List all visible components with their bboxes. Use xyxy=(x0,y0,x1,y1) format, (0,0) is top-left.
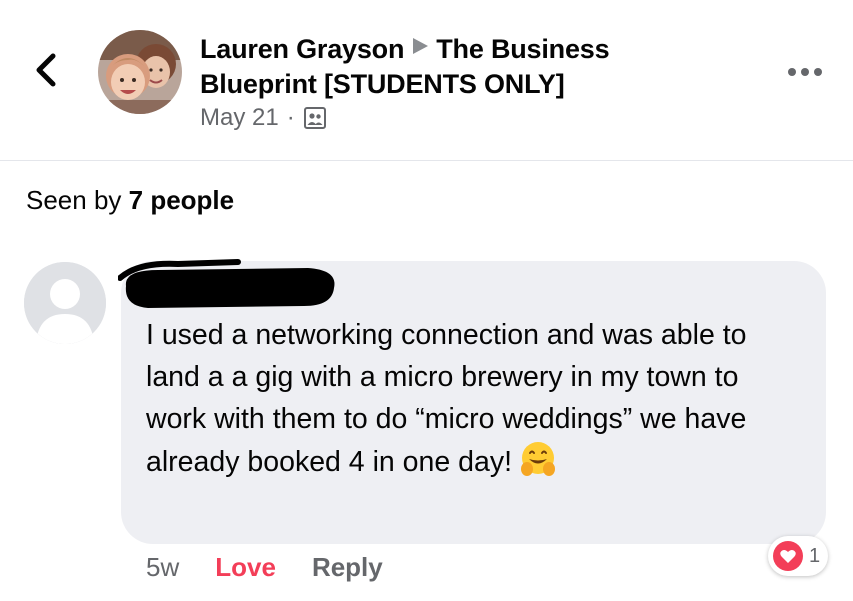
author-avatar[interactable] xyxy=(98,30,182,114)
post-title: Lauren Grayson The Business Blueprint [ST… xyxy=(200,30,720,102)
comment-actions: 5w Love Reply xyxy=(146,552,383,583)
back-button[interactable] xyxy=(26,50,66,90)
love-button[interactable]: Love xyxy=(215,552,276,583)
more-dots-icon xyxy=(788,68,822,76)
hugging-face-icon xyxy=(518,440,558,480)
reaction-count: 1 xyxy=(809,544,821,567)
commenter-avatar[interactable] xyxy=(24,262,106,344)
chevron-left-icon xyxy=(36,53,56,87)
comment-time: 5w xyxy=(146,552,180,582)
seen-by[interactable]: Seen by 7 people xyxy=(26,185,234,216)
redacted-author-name xyxy=(118,259,335,308)
comment-body: I used a networking connection and was a… xyxy=(146,319,747,478)
seen-by-count: 7 people xyxy=(128,185,235,215)
comment-text: I used a networking connection and was a… xyxy=(146,314,806,483)
post-date[interactable]: May 21 xyxy=(200,104,279,132)
avatar-photo xyxy=(98,30,182,114)
seen-by-prefix: Seen by xyxy=(26,185,122,215)
heart-reaction-icon xyxy=(773,541,803,571)
reply-button[interactable]: Reply xyxy=(312,552,383,583)
author-name[interactable]: Lauren Grayson xyxy=(200,34,404,64)
group-members-icon xyxy=(303,107,326,129)
triangle-right-icon xyxy=(410,30,430,65)
post-header: Lauren Grayson The Business Blueprint [ST… xyxy=(0,0,853,161)
more-options-button[interactable] xyxy=(780,60,830,84)
post-meta: May 21 · xyxy=(200,104,327,132)
meta-separator: · xyxy=(286,104,295,131)
default-profile-icon xyxy=(24,262,106,344)
reaction-summary[interactable]: 1 xyxy=(768,536,829,576)
